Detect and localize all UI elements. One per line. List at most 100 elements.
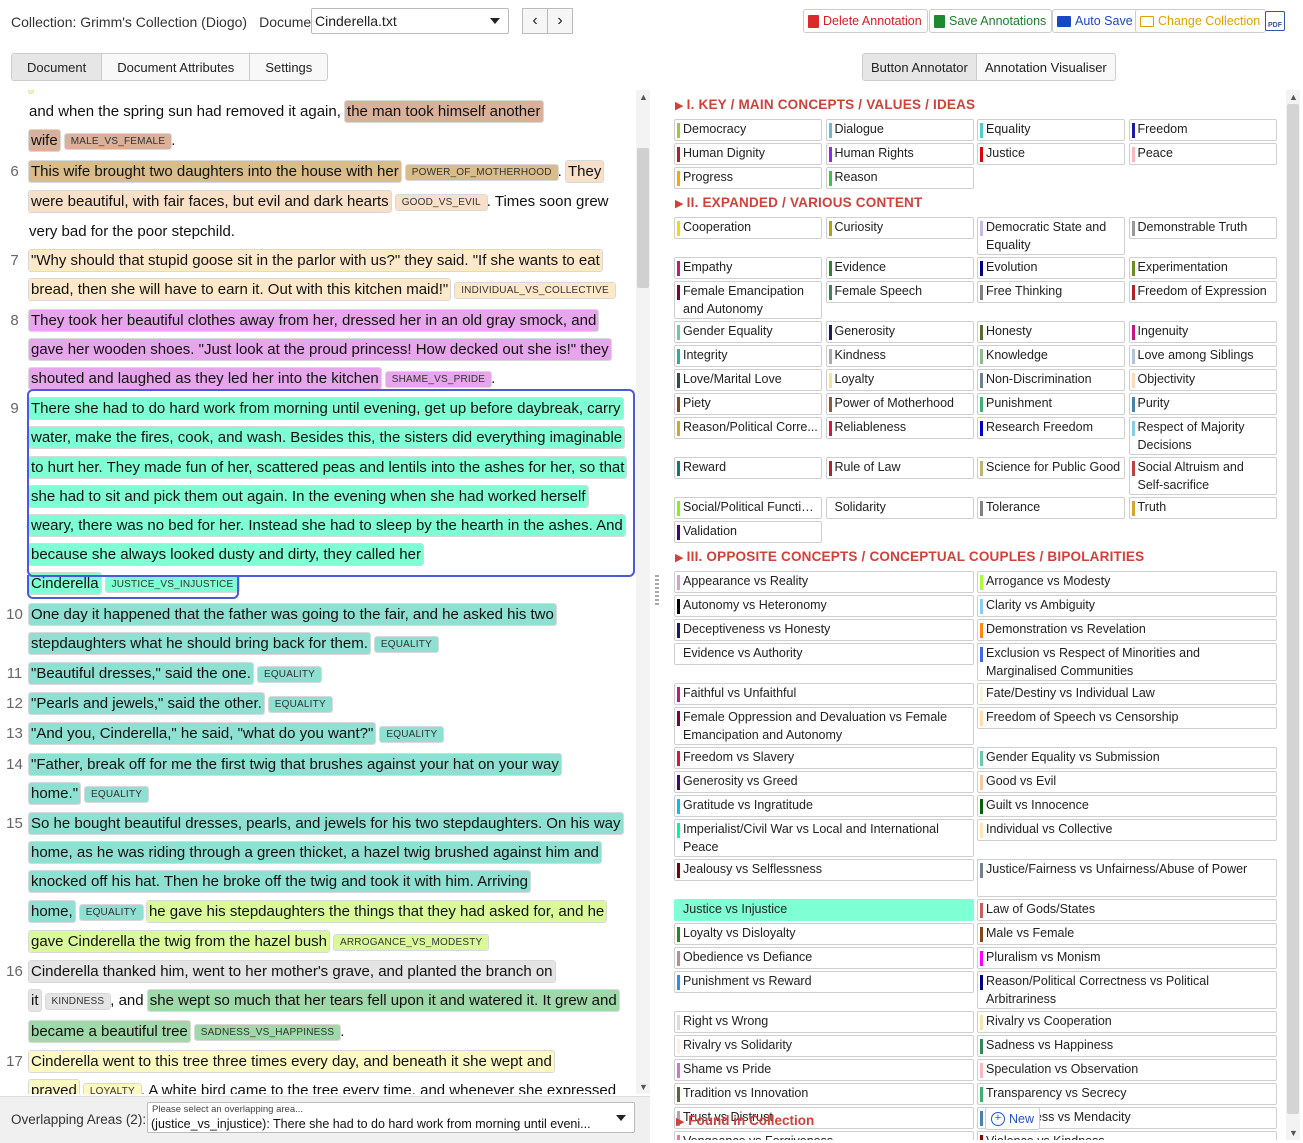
annotation-button[interactable]: Sadness vs Happiness (977, 1035, 1277, 1057)
annotation-tag[interactable]: EQUALITY (257, 667, 322, 683)
annotation-button[interactable]: Shame vs Pride (674, 1059, 974, 1081)
annotation-button[interactable]: Validation (674, 521, 822, 543)
annotation-highlight[interactable]: One day it happened that the father was … (29, 603, 556, 654)
annotation-button[interactable]: Empathy (674, 257, 822, 279)
pdf-export-button[interactable]: PDF (1265, 11, 1285, 31)
annotation-tag[interactable]: EQUALITY (268, 697, 332, 713)
annotation-button[interactable]: Rivalry vs Cooperation (977, 1011, 1277, 1033)
annotation-button[interactable]: Curiosity (825, 217, 974, 239)
annotation-button[interactable]: Arrogance vs Modesty (977, 571, 1277, 593)
annotation-button[interactable]: Science for Public Good (977, 457, 1125, 479)
annotation-button[interactable]: Tradition vs Innovation (674, 1083, 974, 1105)
tab-button-annotator[interactable]: Button Annotator (863, 54, 977, 80)
scroll-down-icon[interactable]: ▼ (639, 1082, 648, 1092)
annotation-tag[interactable]: MALE_VS_FEMALE (64, 134, 172, 150)
annotation-button[interactable]: Pluralism vs Monism (977, 947, 1277, 969)
tab-document[interactable]: Document (12, 54, 103, 80)
annotation-button[interactable]: Love/Marital Love (674, 369, 822, 391)
annotation-button[interactable]: Obedience vs Defiance (674, 947, 974, 969)
annotation-tag[interactable]: JUSTICE_VS_INJUSTICE (105, 577, 240, 593)
annotation-highlight[interactable]: "And you, Cinderella," he said, "what do… (29, 723, 376, 745)
section-header[interactable]: ▶ II. EXPANDED / VARIOUS CONTENT (675, 195, 922, 210)
annotation-button[interactable]: Male vs Female (977, 923, 1277, 945)
annotation-button[interactable]: Evolution (977, 257, 1125, 279)
annotation-button[interactable]: Vengeance vs Forgiveness (674, 1131, 974, 1140)
scroll-up-icon[interactable]: ▲ (639, 92, 648, 102)
annotation-button[interactable]: Objectivity (1128, 369, 1277, 391)
annotation-tag[interactable]: EQUALITY (374, 636, 438, 652)
annotation-button[interactable]: Progress (674, 167, 822, 189)
annotation-button[interactable]: Kindness (825, 345, 974, 367)
annotation-button[interactable]: Demonstration vs Revelation (977, 619, 1277, 641)
annotation-button[interactable]: Piety (674, 393, 822, 415)
tab-settings[interactable]: Settings (250, 54, 327, 80)
annotation-button[interactable]: Equality (977, 119, 1125, 141)
annotation-button[interactable]: Good vs Evil (977, 771, 1277, 793)
annotation-button[interactable]: Female Speech (825, 281, 974, 303)
annotation-button[interactable]: Human Dignity (674, 143, 822, 165)
annotation-button[interactable]: Research Freedom (977, 417, 1125, 439)
save-annotations-button[interactable]: Save Annotations (929, 9, 1053, 33)
annotation-button[interactable]: Respect of Majority Decisions (1128, 417, 1277, 455)
annotation-button[interactable]: Human Rights (825, 143, 974, 165)
annotation-button[interactable]: Female Emancipation and Autonomy (674, 281, 822, 319)
annotation-button[interactable]: Individual vs Collective (977, 819, 1277, 841)
annotation-button[interactable]: Loyalty (825, 369, 974, 391)
annotation-button[interactable]: Reason (825, 167, 974, 189)
annotation-button[interactable]: Rivalry vs Solidarity (674, 1035, 974, 1057)
annotation-tag[interactable]: INDIVIDUAL_VS_COLLECTIVE (455, 283, 615, 299)
annotation-button[interactable]: Peace (1128, 143, 1277, 165)
document-scrollbar[interactable]: ▲ ▼ (636, 90, 650, 1094)
annotation-highlight[interactable]: "Pearls and jewels," said the other. (29, 693, 264, 715)
tab-document-attributes[interactable]: Document Attributes (102, 54, 251, 80)
new-button[interactable]: + New (985, 1107, 1040, 1130)
annotation-button[interactable]: Freedom of Speech vs Censorship (977, 707, 1277, 729)
annotation-highlight[interactable]: "Beautiful dresses," said the one. (29, 663, 253, 685)
annotation-button[interactable]: Justice (977, 143, 1125, 165)
annotation-button[interactable]: Generosity vs Greed (674, 771, 974, 793)
annotation-button[interactable]: Punishment (977, 393, 1125, 415)
annotation-button[interactable]: Democracy (674, 119, 822, 141)
annotation-button[interactable]: Reward (674, 457, 822, 479)
annotation-button[interactable]: Experimentation (1128, 257, 1277, 279)
annotation-button[interactable]: Gratitude vs Ingratitude (674, 795, 974, 817)
annotation-button[interactable]: Speculation vs Observation (977, 1059, 1277, 1081)
annotation-button[interactable]: Imperialist/Civil War vs Local and Inter… (674, 819, 974, 857)
scroll-up-icon[interactable]: ▲ (1289, 92, 1298, 102)
document-scroll-thumb[interactable] (637, 148, 649, 288)
annotation-button[interactable]: Power of Motherhood (825, 393, 974, 415)
annotation-button[interactable]: Reason/Political Correctness vs Politica… (977, 971, 1277, 1009)
annotator-scroll-thumb[interactable] (1287, 104, 1299, 1114)
annotation-button[interactable]: Integrity (674, 345, 822, 367)
annotation-button[interactable]: Honesty (977, 321, 1125, 343)
annotation-tag[interactable]: KINDNESS (45, 994, 111, 1010)
annotation-button[interactable]: Freedom of Expression (1128, 281, 1277, 303)
annotation-button[interactable]: Social Altruism and Self-sacrifice (1128, 457, 1277, 495)
pane-splitter[interactable] (655, 575, 659, 605)
annotation-button[interactable]: Gender Equality (674, 321, 822, 343)
annotation-button[interactable]: Appearance vs Reality (674, 571, 974, 593)
annotation-tag[interactable]: POWER_OF_MOTHERHOOD (405, 164, 558, 180)
annotation-button[interactable]: Female Oppression and Devaluation vs Fem… (674, 707, 974, 745)
annotation-tag[interactable]: SHAME_VS_PRIDE (385, 372, 492, 388)
annotation-button[interactable]: Right vs Wrong (674, 1011, 974, 1033)
annotation-tag[interactable]: ARROGANCE_VS_MODESTY (334, 934, 489, 950)
annotation-button[interactable]: Jealousy vs Selflessness (674, 859, 974, 881)
document-select[interactable]: Cinderella.txt (311, 8, 509, 34)
annotation-button[interactable]: Democratic State and Equality (977, 217, 1125, 255)
annotation-button[interactable]: Solidarity (825, 497, 974, 519)
annotation-button[interactable]: Tolerance (977, 497, 1125, 519)
found-in-collection-header[interactable]: ▶ Found in Collection (676, 1113, 814, 1128)
annotation-button[interactable]: Truth (1128, 497, 1277, 519)
annotation-highlight[interactable]: This wife brought two daughters into the… (29, 160, 401, 182)
annotation-tag[interactable]: EQUALITY (79, 904, 143, 920)
annotation-button[interactable]: Demonstrable Truth (1128, 217, 1277, 239)
scroll-down-icon[interactable]: ▼ (1289, 1128, 1298, 1138)
annotation-highlight[interactable]: There she had to do hard work from morni… (29, 398, 627, 595)
annotation-button[interactable]: Dialogue (825, 119, 974, 141)
annotation-tag[interactable]: SADNESS_VS_HAPPINESS (194, 1024, 341, 1040)
annotation-button[interactable]: Guilt vs Innocence (977, 795, 1277, 817)
annotation-tag[interactable]: EQUALITY (85, 786, 149, 802)
annotator-scrollbar[interactable]: ▲ ▼ (1286, 90, 1300, 1140)
annotation-button[interactable]: Exclusion vs Respect of Minorities and M… (977, 643, 1277, 681)
